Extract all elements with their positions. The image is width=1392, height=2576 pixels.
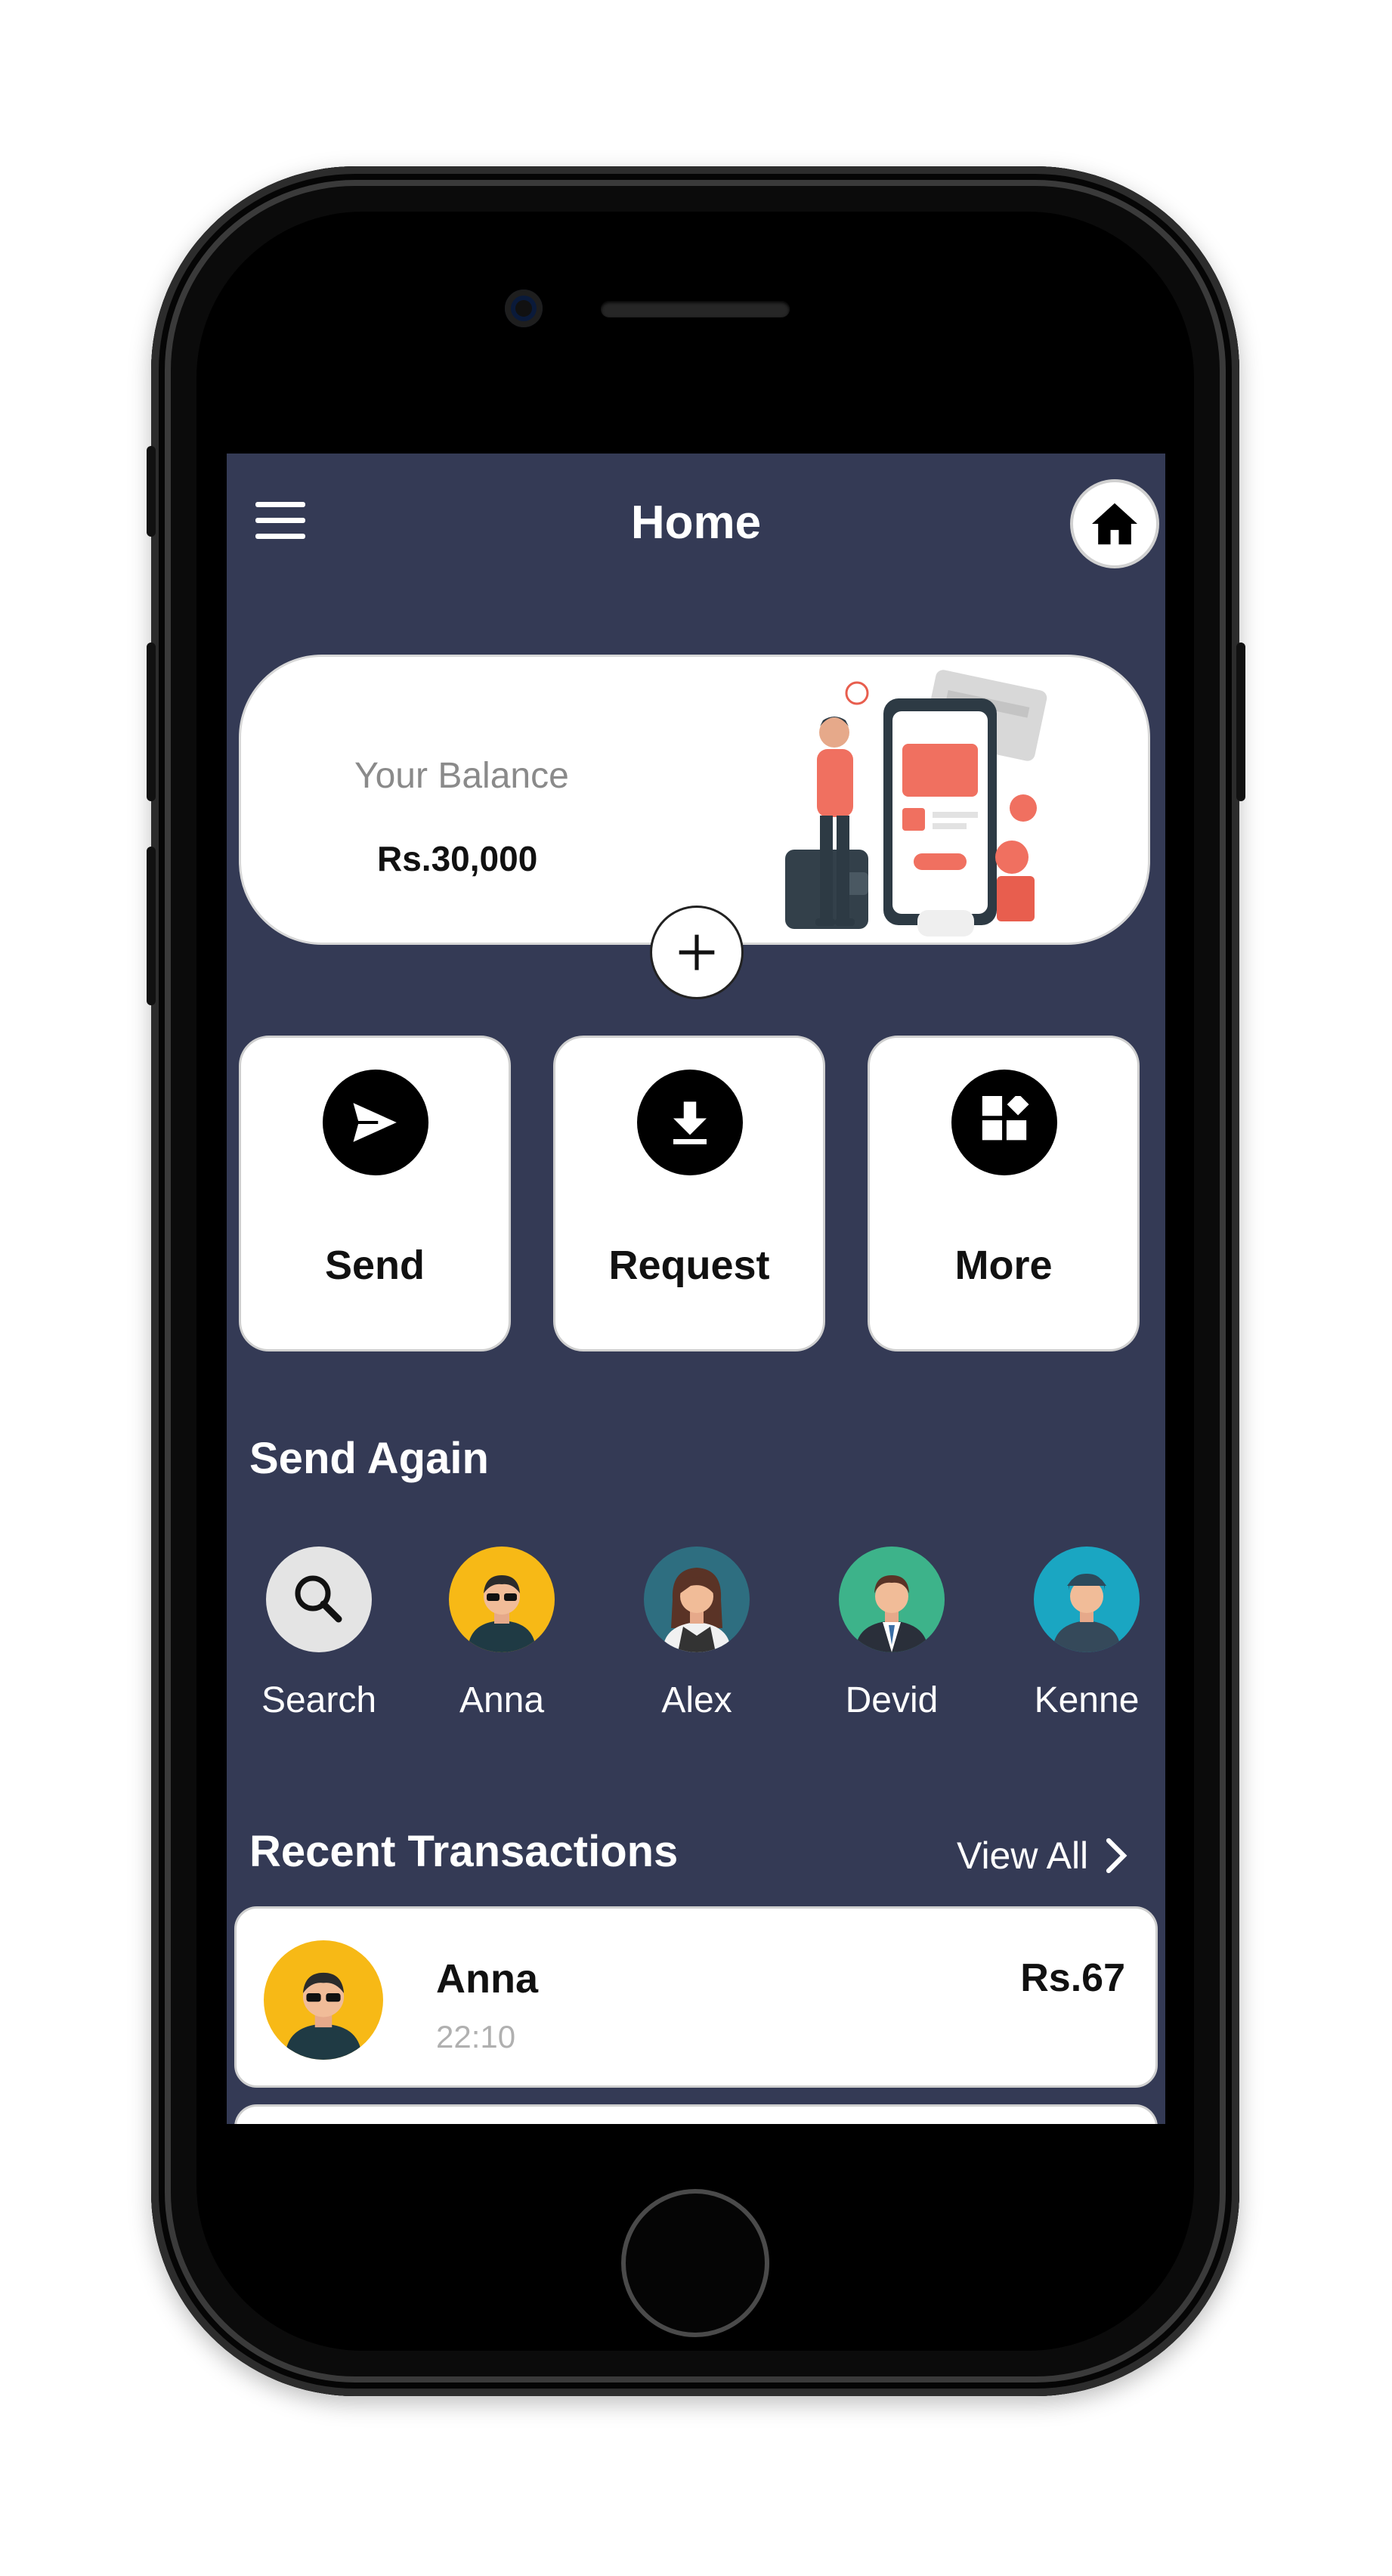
transaction-amount: Rs.67 (1020, 1956, 1125, 2000)
avatar (1034, 1547, 1140, 1652)
volume-up-button (147, 642, 156, 801)
earpiece-speaker (601, 301, 790, 317)
contact-name: Devid (845, 1680, 939, 1720)
avatar (264, 1940, 383, 2060)
contact-name: Search (261, 1680, 377, 1720)
request-button[interactable]: Request (553, 1036, 825, 1351)
power-button (1236, 642, 1245, 801)
contact-name: Alex (661, 1680, 732, 1720)
volume-down-button (147, 847, 156, 1005)
transaction-name: Anna (436, 1956, 538, 2002)
contact-kenne[interactable]: Kenne (1011, 1547, 1162, 1743)
contact-devid[interactable]: Devid (816, 1547, 967, 1743)
page-title: Home (630, 497, 762, 549)
balance-card: Your Balance Rs.30,000 (239, 655, 1150, 945)
add-money-button[interactable] (650, 906, 744, 999)
balance-label: Your Balance (354, 756, 569, 796)
contact-alex[interactable]: Alex (621, 1547, 772, 1743)
grid-icon (951, 1070, 1057, 1175)
view-all-link[interactable]: View All (957, 1834, 1128, 1878)
contact-anna[interactable]: Anna (426, 1547, 577, 1743)
recent-transactions-title: Recent Transactions (249, 1827, 679, 1876)
more-button[interactable]: More (868, 1036, 1140, 1351)
transaction-row[interactable]: Anna 22:10 Rs.67 (234, 1906, 1158, 2088)
home-icon (1092, 503, 1137, 545)
home-button[interactable] (1070, 479, 1159, 568)
front-camera (505, 289, 543, 327)
contact-name: Anna (459, 1680, 545, 1720)
mute-switch (147, 446, 156, 537)
transaction-time: 22:10 (436, 2019, 516, 2054)
send-icon (323, 1070, 428, 1175)
transaction-row[interactable] (234, 2104, 1158, 2124)
payment-illustration-icon (785, 670, 1047, 937)
send-button[interactable]: Send (239, 1036, 511, 1351)
plus-icon (679, 934, 715, 971)
hardware-home-button (621, 2189, 769, 2337)
avatar (449, 1547, 555, 1652)
search-icon (266, 1547, 372, 1652)
send-label: Send (324, 1243, 425, 1288)
app-screen: Home Your Balance Rs.30,000 Send Request… (227, 454, 1165, 2124)
balance-amount: Rs.30,000 (377, 839, 538, 878)
chevron-right-icon (1106, 1838, 1128, 1874)
avatar (644, 1547, 750, 1652)
send-again-title: Send Again (249, 1434, 489, 1483)
request-label: Request (608, 1243, 770, 1288)
more-label: More (954, 1243, 1053, 1288)
contact-search[interactable]: Search (243, 1547, 394, 1743)
download-icon (637, 1070, 743, 1175)
view-all-label: View All (957, 1834, 1089, 1877)
avatar (839, 1547, 945, 1652)
contact-name: Kenne (1034, 1680, 1140, 1720)
